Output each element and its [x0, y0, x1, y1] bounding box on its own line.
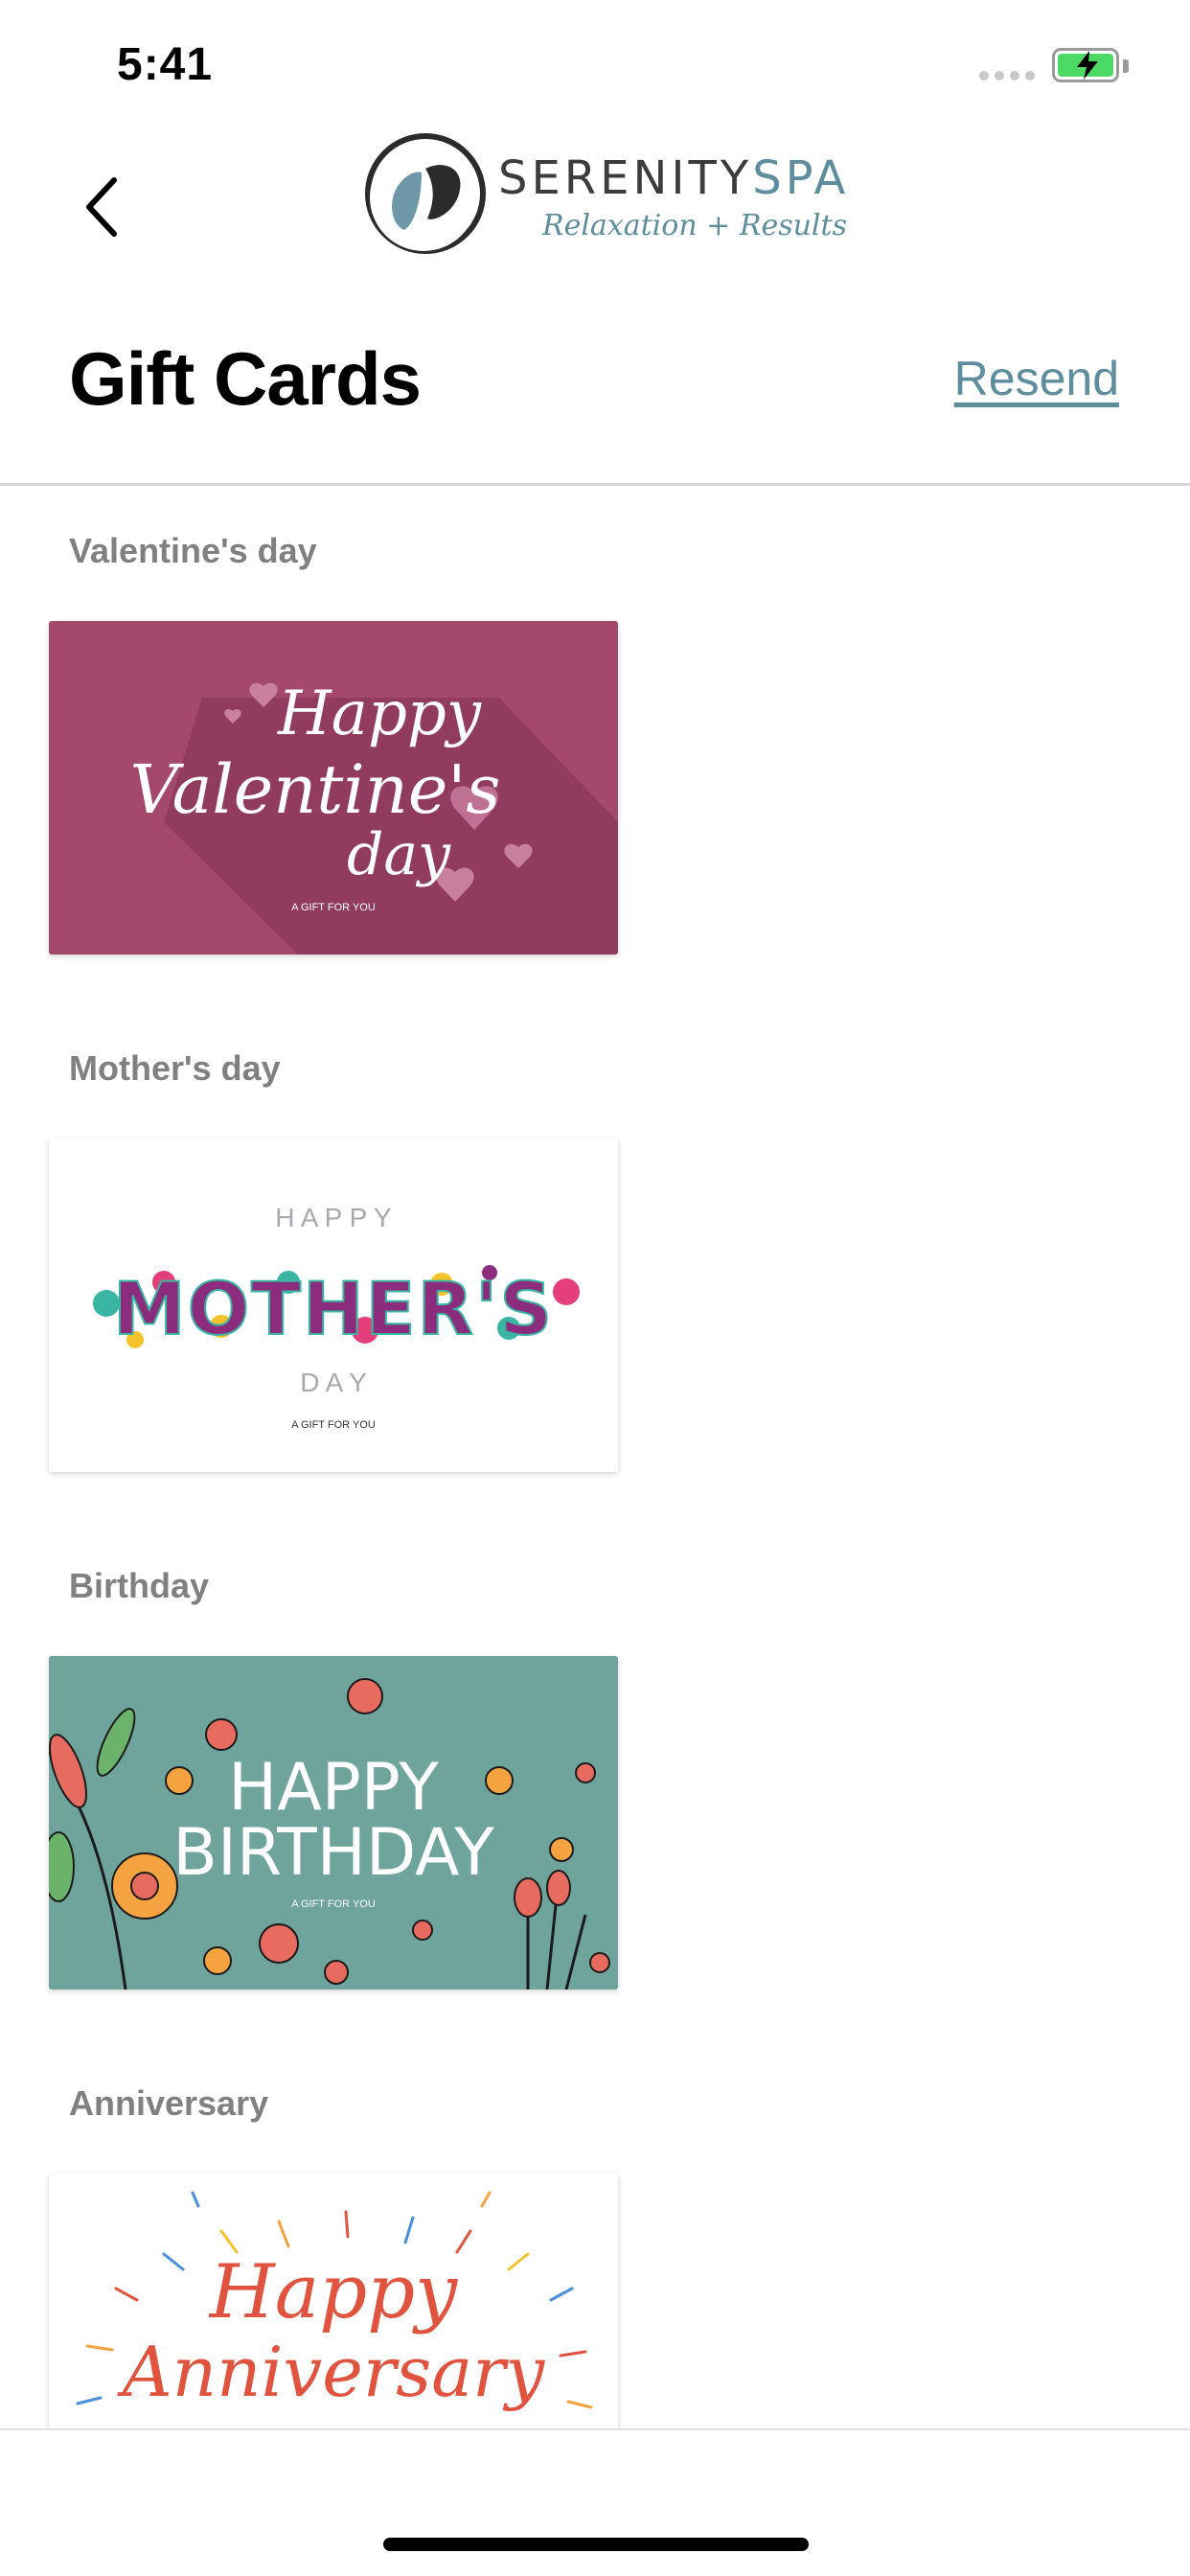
logo-tagline: Relaxation + Results	[542, 209, 847, 242]
card-text-happy: H A P P Y	[275, 1203, 392, 1232]
back-button[interactable]	[67, 169, 134, 245]
section-heading-mothers-day: Mother's day	[69, 1048, 281, 1088]
card-subtitle: A GIFT FOR YOU	[291, 1898, 376, 1910]
logo-name: SERENITYSPA	[498, 151, 850, 205]
card-text-happy: Happy	[208, 2249, 458, 2335]
gift-card-valentines[interactable]: Happy Valentine's day A GIFT FOR YOU	[49, 621, 618, 954]
card-text-day: day	[347, 821, 451, 888]
spa-logo-mark	[365, 133, 486, 254]
page-title: Gift Cards	[69, 336, 422, 421]
section-heading-anniversary: Anniversary	[69, 2083, 269, 2123]
header-divider	[0, 483, 1190, 486]
bottom-bar	[0, 2428, 1190, 2576]
section-heading-birthday: Birthday	[69, 1566, 210, 1605]
chevron-left-icon	[86, 177, 117, 237]
card-subtitle: A GIFT FOR YOU	[291, 1419, 376, 1431]
status-bar: 5:41	[0, 0, 1190, 126]
battery-cap	[1123, 59, 1129, 73]
resend-link[interactable]: Resend	[954, 351, 1119, 406]
battery-charging-icon	[1052, 48, 1119, 82]
card-text-happy: Happy	[277, 678, 482, 749]
card-text-valentines: Valentine's	[130, 750, 501, 829]
card-text-day: D A Y	[300, 1368, 367, 1397]
card-subtitle: A GIFT FOR YOU	[291, 902, 376, 913]
card-text-mothers: MOTHER'S	[113, 1266, 554, 1351]
section-heading-valentines: Valentine's day	[69, 531, 317, 570]
status-time: 5:41	[117, 39, 214, 90]
gift-card-mothers-day[interactable]: H A P P Y MOTHER'S D A Y A GIFT FOR YOU	[49, 1138, 618, 1472]
card-text-anniversary: Anniversary	[117, 2332, 546, 2412]
gift-card-birthday[interactable]: HAPPY BIRTHDAY A GIFT FOR YOU	[49, 1656, 618, 1990]
card-text-birthday: BIRTHDAY	[172, 1815, 494, 1891]
serenity-spa-logo: SERENITYSPA Relaxation + Results	[364, 130, 847, 264]
home-indicator[interactable]	[383, 2538, 809, 2551]
signal-icon	[979, 71, 1035, 80]
